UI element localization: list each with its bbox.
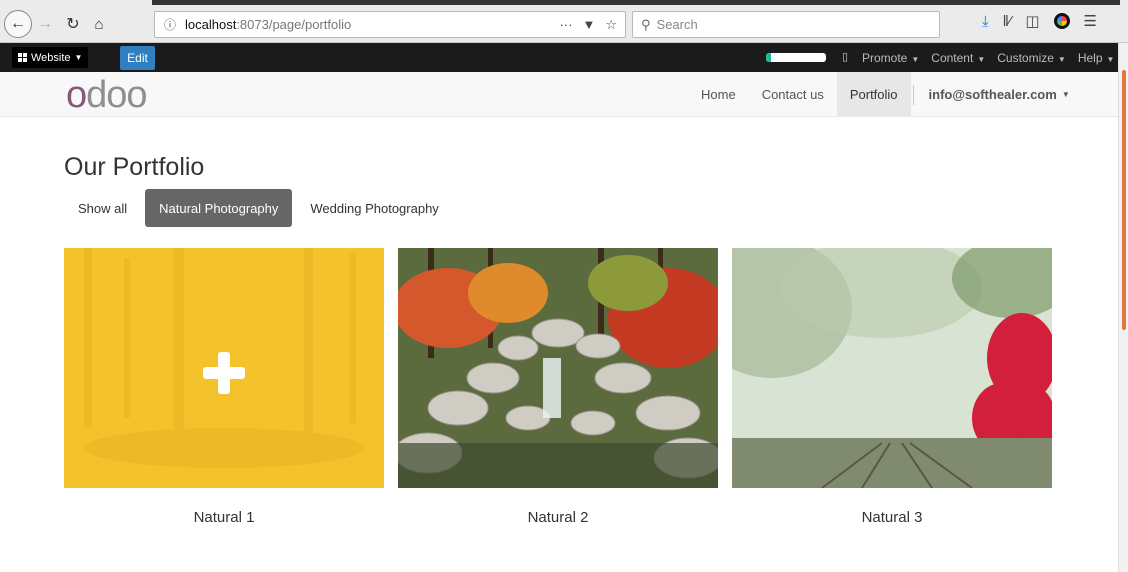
search-input[interactable]: ⚲ Search: [632, 11, 940, 38]
home-icon[interactable]: ⌂: [88, 12, 110, 36]
portfolio-filters: Show all Natural Photography Wedding Pho…: [64, 189, 453, 227]
filter-wedding-photography[interactable]: Wedding Photography: [296, 189, 452, 227]
odoo-logo[interactable]: odoo: [66, 76, 148, 114]
caret-down-icon: ▼: [74, 53, 83, 62]
nav-portfolio[interactable]: Portfolio: [836, 72, 911, 117]
address-bar[interactable]: ⓘ localhost:8073/page/portfolio ··· ▼ ☆: [154, 11, 626, 38]
site-header: odoo Home Contact us Portfolio info@soft…: [0, 72, 1118, 117]
caret-down-icon: ▼: [1061, 90, 1070, 99]
filter-natural-photography[interactable]: Natural Photography: [145, 189, 293, 227]
waterfall-photo: [398, 248, 718, 488]
website-menu-button[interactable]: Website ▼: [12, 47, 89, 68]
portfolio-caption[interactable]: Natural 2: [398, 509, 718, 526]
portfolio-caption[interactable]: Natural 3: [732, 509, 1052, 526]
user-menu[interactable]: info@softhealer.com ▼: [916, 72, 1083, 117]
content-menu[interactable]: Content ▼: [931, 51, 985, 65]
portfolio-image[interactable]: [732, 248, 1052, 488]
bookmark-star-icon[interactable]: ☆: [605, 17, 617, 33]
url-text[interactable]: localhost:8073/page/portfolio: [185, 17, 351, 32]
nav-home[interactable]: Home: [688, 72, 749, 117]
url-path: :8073/page/portfolio: [236, 17, 352, 32]
portfolio-item[interactable]: Natural 3: [732, 248, 1052, 526]
portfolio-caption[interactable]: Natural 1: [64, 509, 384, 526]
search-placeholder: Search: [656, 17, 698, 32]
extension-icon[interactable]: [1053, 13, 1070, 29]
progress-fill: [766, 53, 771, 62]
nav-divider: [912, 84, 914, 105]
back-arrow-icon[interactable]: ←: [4, 10, 32, 38]
portfolio-image[interactable]: [398, 248, 718, 488]
pocket-icon[interactable]: ▼: [582, 17, 595, 33]
page-actions-icon[interactable]: ···: [559, 17, 572, 33]
mobile-preview-icon[interactable]: ▯: [842, 50, 848, 63]
progress-bar: [766, 53, 826, 62]
scroll-thumb[interactable]: [1122, 70, 1126, 330]
forward-arrow-icon[interactable]: →: [34, 12, 56, 36]
promote-menu[interactable]: Promote ▼: [862, 51, 919, 65]
apps-grid-icon: [18, 53, 27, 62]
portfolio-image[interactable]: [64, 248, 384, 488]
portfolio-item[interactable]: Natural 2: [398, 248, 718, 526]
tab-strip: [152, 0, 1120, 5]
search-icon: ⚲: [641, 16, 651, 32]
filter-show-all[interactable]: Show all: [64, 189, 141, 227]
reload-icon[interactable]: ↻: [62, 12, 84, 36]
plus-icon[interactable]: [203, 352, 245, 394]
menu-icon[interactable]: ☰: [1084, 12, 1097, 30]
library-icon[interactable]: ‖⁄: [1003, 13, 1012, 30]
nav-contact-us[interactable]: Contact us: [749, 72, 837, 117]
help-menu[interactable]: Help ▼: [1078, 51, 1115, 65]
url-host: localhost: [185, 17, 237, 32]
info-icon[interactable]: ⓘ: [159, 16, 181, 33]
sidebar-icon[interactable]: ◫: [1025, 12, 1039, 30]
page-title: Our Portfolio: [64, 153, 205, 181]
misty-forest-photo: [732, 248, 1052, 488]
edit-button[interactable]: Edit: [120, 46, 155, 70]
customize-menu[interactable]: Customize ▼: [997, 51, 1066, 65]
website-label: Website: [31, 51, 71, 64]
download-icon[interactable]: ⤓: [982, 13, 989, 30]
portfolio-item[interactable]: Natural 1: [64, 248, 384, 526]
